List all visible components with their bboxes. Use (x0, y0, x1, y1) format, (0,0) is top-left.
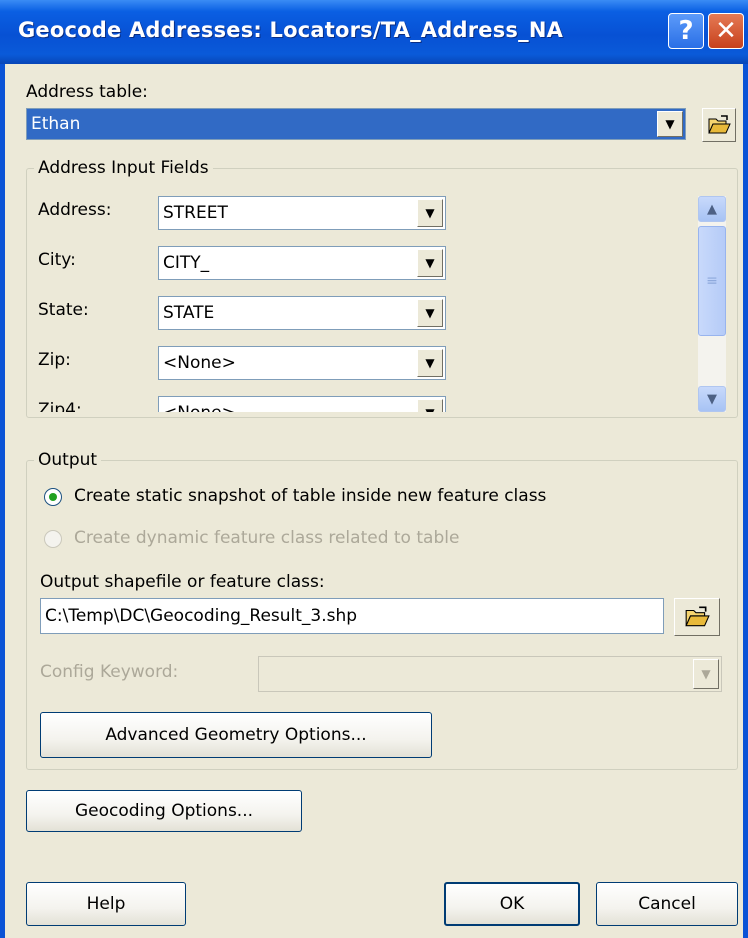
scroll-up-icon[interactable]: ▲ (698, 196, 726, 222)
chevron-down-icon[interactable]: ▼ (417, 349, 443, 377)
open-folder-icon (685, 606, 710, 627)
dynamic-feature-radio[interactable] (44, 530, 62, 548)
radio-selected-dot (49, 493, 57, 501)
address-table-label: Address table: (26, 82, 148, 102)
open-folder-icon (708, 115, 731, 134)
chevron-down-icon[interactable]: ▼ (417, 249, 443, 277)
zip-field-dropdown[interactable]: <None> ▼ (158, 346, 446, 380)
output-browse-button[interactable] (674, 598, 720, 636)
address-input-fields-title: Address Input Fields (34, 158, 213, 178)
static-snapshot-label[interactable]: Create static snapshot of table inside n… (74, 486, 546, 506)
ok-button[interactable]: OK (444, 882, 580, 926)
dynamic-feature-label: Create dynamic feature class related to … (74, 528, 460, 548)
address-fields-scrollbar[interactable]: ▲ ≡ ▼ (698, 196, 726, 412)
config-keyword-label: Config Keyword: (40, 662, 179, 682)
output-shapefile-value: C:\Temp\DC\Geocoding_Result_3.shp (45, 606, 358, 626)
close-button[interactable]: ✕ (708, 13, 744, 49)
advanced-geometry-options-button[interactable]: Advanced Geometry Options... (40, 712, 432, 758)
title-bar[interactable]: Geocode Addresses: Locators/TA_Address_N… (0, 0, 748, 64)
window-frame-left (0, 64, 5, 938)
address-field-value: STREET (163, 203, 228, 223)
address-fields-viewport: Address: STREET ▼ City: CITY_ ▼ State: S… (30, 180, 696, 412)
config-keyword-dropdown: ▼ (258, 656, 722, 692)
field-label-city: City: (38, 250, 76, 270)
output-shapefile-label: Output shapefile or feature class: (40, 572, 325, 592)
scroll-down-icon[interactable]: ▼ (698, 386, 726, 412)
chevron-down-icon: ▼ (693, 659, 719, 689)
scrollbar-thumb[interactable]: ≡ (698, 226, 726, 336)
chevron-down-icon[interactable]: ▼ (657, 111, 683, 137)
field-label-zip: Zip: (38, 350, 71, 370)
cancel-button[interactable]: Cancel (596, 882, 738, 926)
output-shapefile-input[interactable]: C:\Temp\DC\Geocoding_Result_3.shp (40, 598, 664, 634)
chevron-down-icon[interactable]: ▼ (417, 399, 443, 412)
field-label-state: State: (38, 300, 89, 320)
geocoding-options-button[interactable]: Geocoding Options... (26, 790, 302, 832)
address-table-dropdown[interactable]: Ethan ▼ (26, 108, 686, 140)
window-frame-right (743, 64, 748, 938)
window-title: Geocode Addresses: Locators/TA_Address_N… (18, 18, 564, 42)
zip4-field-value: <None> (163, 403, 417, 412)
chevron-down-icon[interactable]: ▼ (417, 199, 443, 227)
static-snapshot-radio[interactable] (44, 488, 62, 506)
output-group-title: Output (34, 450, 102, 470)
zip4-field-dropdown[interactable]: <None> ▼ (158, 396, 446, 412)
field-label-address: Address: (38, 200, 112, 220)
chevron-down-icon[interactable]: ▼ (417, 299, 443, 327)
address-table-value: Ethan (31, 114, 81, 134)
field-label-zip4: Zip4: (38, 400, 82, 412)
help-title-button[interactable]: ? (668, 13, 704, 49)
address-table-browse-button[interactable] (702, 108, 736, 142)
state-field-value: STATE (163, 303, 215, 323)
city-field-dropdown[interactable]: CITY_ ▼ (158, 246, 446, 280)
city-field-value: CITY_ (163, 253, 210, 273)
zip-field-value: <None> (163, 353, 236, 373)
help-button[interactable]: Help (26, 882, 186, 926)
state-field-dropdown[interactable]: STATE ▼ (158, 296, 446, 330)
address-field-dropdown[interactable]: STREET ▼ (158, 196, 446, 230)
geocode-addresses-dialog: Geocode Addresses: Locators/TA_Address_N… (0, 0, 748, 938)
